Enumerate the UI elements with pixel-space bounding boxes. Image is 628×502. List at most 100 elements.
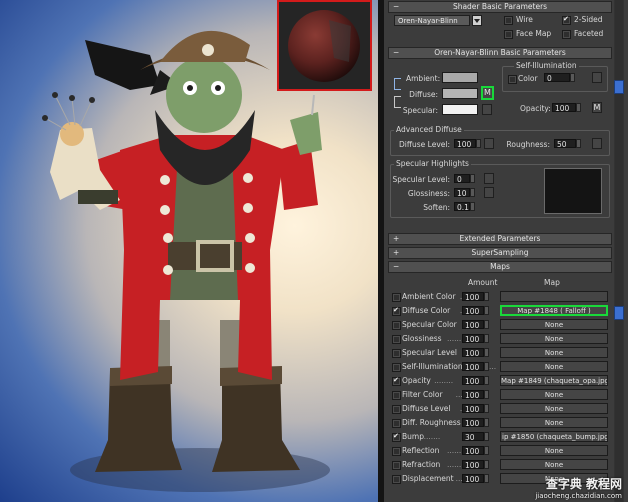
- faceted-checkbox[interactable]: [562, 30, 571, 39]
- map-amount-spinner[interactable]: [484, 306, 489, 315]
- shader-type-value: Oren-Nayar-Blinn: [398, 17, 458, 25]
- opacity-value-field[interactable]: 100: [552, 103, 576, 113]
- rollout-extended-parameters[interactable]: + Extended Parameters: [388, 233, 612, 245]
- map-slot-button[interactable]: None: [500, 347, 608, 358]
- map-amount-field[interactable]: 100: [462, 306, 484, 316]
- map-amount-spinner[interactable]: [484, 362, 489, 371]
- self-illum-map-button[interactable]: [592, 72, 602, 83]
- glossiness-map-button[interactable]: [484, 187, 494, 198]
- map-amount-spinner[interactable]: [484, 432, 489, 441]
- map-enable-checkbox[interactable]: [392, 363, 401, 372]
- map-amount-spinner[interactable]: [484, 390, 489, 399]
- two-sided-checkbox[interactable]: [562, 15, 571, 25]
- diffuse-color-swatch[interactable]: [442, 88, 478, 99]
- specular-level-spinner[interactable]: [470, 174, 475, 183]
- map-enable-checkbox[interactable]: [392, 349, 401, 358]
- map-enable-checkbox[interactable]: [392, 432, 401, 442]
- face-map-checkbox[interactable]: [504, 30, 513, 39]
- map-amount-field[interactable]: 100: [462, 320, 484, 330]
- map-enable-checkbox[interactable]: [392, 475, 401, 484]
- map-amount-spinner[interactable]: [484, 446, 489, 455]
- map-amount-spinner[interactable]: [484, 348, 489, 357]
- self-illum-spinner[interactable]: [570, 73, 575, 82]
- map-slot-button[interactable]: None: [500, 403, 608, 414]
- map-slot-button[interactable]: None: [500, 459, 608, 470]
- map-amount-field[interactable]: 100: [462, 390, 484, 400]
- panel-scrollbar[interactable]: [614, 0, 624, 502]
- map-amount-spinner[interactable]: [484, 376, 489, 385]
- map-slot-button[interactable]: None: [500, 333, 608, 344]
- diffuse-level-spinner[interactable]: [476, 139, 481, 148]
- map-amount-spinner[interactable]: [484, 404, 489, 413]
- map-amount-spinner[interactable]: [484, 460, 489, 469]
- map-row-label: Opacity: [402, 376, 431, 385]
- specular-color-swatch[interactable]: [442, 104, 478, 115]
- diffuse-level-field[interactable]: 100: [454, 139, 476, 149]
- specular-map-button[interactable]: [482, 104, 492, 115]
- rollout-onb-basic[interactable]: − Oren-Nayar-Blinn Basic Parameters: [388, 47, 612, 59]
- map-amount-field[interactable]: 100: [462, 404, 484, 414]
- map-amount-spinner[interactable]: [484, 292, 489, 301]
- self-illum-value-field[interactable]: 0: [544, 73, 570, 83]
- map-slot-button[interactable]: None: [500, 445, 608, 456]
- wire-checkbox[interactable]: [504, 16, 513, 25]
- map-amount-spinner[interactable]: [484, 320, 489, 329]
- drag-handle-icon[interactable]: [614, 306, 624, 320]
- shader-type-dropdown[interactable]: Oren-Nayar-Blinn: [394, 15, 470, 26]
- map-row-label: Specular Level: [402, 348, 457, 357]
- glossiness-field[interactable]: 10: [454, 188, 470, 198]
- glossiness-spinner[interactable]: [470, 188, 475, 197]
- map-amount-field[interactable]: 100: [462, 362, 484, 372]
- map-amount-field[interactable]: 100: [462, 348, 484, 358]
- map-slot-button[interactable]: Map #1848 ( Falloff ): [500, 305, 608, 316]
- roughness-map-button[interactable]: [592, 138, 602, 149]
- self-illum-color-checkbox[interactable]: [508, 75, 517, 84]
- map-slot-button[interactable]: None: [500, 389, 608, 400]
- map-enable-checkbox[interactable]: [392, 293, 401, 302]
- specular-level-field[interactable]: 0: [454, 174, 470, 184]
- map-slot-button[interactable]: None: [500, 417, 608, 428]
- map-enable-checkbox[interactable]: [392, 447, 401, 456]
- map-enable-checkbox[interactable]: [392, 306, 401, 316]
- map-amount-field[interactable]: 100: [462, 292, 484, 302]
- opacity-map-button[interactable]: M: [592, 102, 602, 113]
- map-amount-spinner[interactable]: [484, 474, 489, 483]
- diffuse-level-map-button[interactable]: [484, 138, 494, 149]
- map-slot-button[interactable]: None: [500, 361, 608, 372]
- soften-field[interactable]: 0.1: [454, 202, 470, 212]
- map-enable-checkbox[interactable]: [392, 335, 401, 344]
- map-slot-button[interactable]: None: [500, 319, 608, 330]
- ambient-color-swatch[interactable]: [442, 72, 478, 83]
- map-enable-checkbox[interactable]: [392, 405, 401, 414]
- map-amount-spinner[interactable]: [484, 334, 489, 343]
- map-amount-spinner[interactable]: [484, 418, 489, 427]
- map-amount-field[interactable]: 100: [462, 334, 484, 344]
- map-enable-checkbox[interactable]: [392, 391, 401, 400]
- lock-diffuse-specular-icon[interactable]: [394, 96, 401, 108]
- map-enable-checkbox[interactable]: [392, 376, 401, 386]
- diffuse-map-button[interactable]: M: [481, 86, 494, 100]
- map-slot-button[interactable]: [500, 291, 608, 302]
- map-enable-checkbox[interactable]: [392, 321, 401, 330]
- map-amount-field[interactable]: 100: [462, 418, 484, 428]
- map-amount-field[interactable]: 100: [462, 460, 484, 470]
- map-slot-button[interactable]: ip #1850 (chaqueta_bump.jpg): [500, 431, 608, 442]
- map-amount-field[interactable]: 30: [462, 432, 484, 442]
- map-amount-field[interactable]: 100: [462, 376, 484, 386]
- lock-ambient-diffuse-icon[interactable]: [394, 78, 401, 90]
- map-slot-button[interactable]: Map #1849 (chaqueta_opa.jpg: [500, 375, 608, 386]
- swatch-lock-handle-icon[interactable]: [614, 80, 624, 94]
- map-enable-checkbox[interactable]: [392, 419, 401, 428]
- specular-level-map-button[interactable]: [484, 173, 494, 184]
- opacity-spinner[interactable]: [576, 103, 581, 112]
- rollout-supersampling[interactable]: + SuperSampling: [388, 247, 612, 259]
- rollout-maps[interactable]: − Maps: [388, 261, 612, 273]
- map-amount-field[interactable]: 100: [462, 446, 484, 456]
- roughness-field[interactable]: 50: [554, 139, 576, 149]
- map-amount-field[interactable]: 100: [462, 474, 484, 484]
- map-enable-checkbox[interactable]: [392, 461, 401, 470]
- chevron-down-icon[interactable]: [472, 15, 482, 26]
- rollout-shader-basic[interactable]: − Shader Basic Parameters: [388, 1, 612, 13]
- soften-spinner[interactable]: [470, 202, 475, 211]
- roughness-spinner[interactable]: [576, 139, 581, 148]
